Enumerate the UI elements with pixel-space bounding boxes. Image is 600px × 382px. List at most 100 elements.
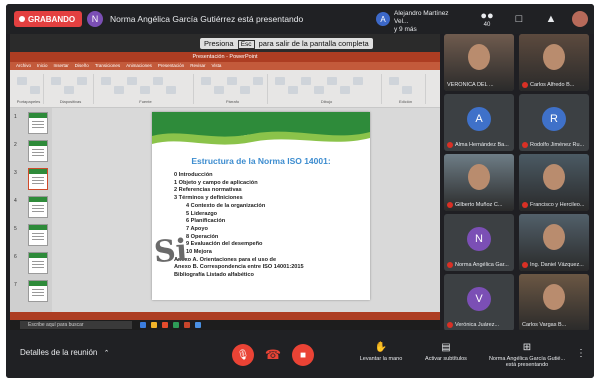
participant-name: Ing. Daniel Vázquez... (530, 262, 584, 268)
leave-call-button[interactable]: ☎ (262, 344, 284, 366)
participant-tile[interactable]: Ing. Daniel Vázquez... (519, 214, 589, 271)
slide-thumbnail-number: 1 (14, 114, 17, 120)
participant-grid: VERÓNICA DEL ... Carlos Alfredo B... A Alma… (444, 34, 590, 331)
participant-preview-avatar[interactable]: A (376, 12, 390, 26)
thumbnail-lines (32, 205, 44, 206)
slide-thumbnail[interactable] (28, 168, 48, 190)
meeting-details-button[interactable]: Detalles de la reunión ⌃ (20, 348, 110, 357)
thumbnail-lines (32, 233, 44, 234)
participant-tile[interactable]: Gilberto Muñoz C... (444, 154, 514, 211)
taskbar-app-icon[interactable] (195, 322, 201, 328)
ribbon-tab[interactable]: Presentación (158, 62, 184, 70)
people-icon: ●● (480, 10, 494, 22)
ribbon-button[interactable] (275, 77, 285, 85)
taskbar-app-icon[interactable] (184, 322, 190, 328)
people-button[interactable]: ●● 40 (476, 10, 498, 28)
taskbar-icons (140, 322, 201, 328)
ribbon-group-label: Diapositivas (59, 99, 82, 104)
participant-tile[interactable]: R Rodolfo Jiménez Ru... (519, 94, 589, 151)
ribbon-button[interactable] (402, 86, 412, 94)
ribbon-button[interactable] (314, 86, 324, 94)
slide-thumbnail[interactable] (28, 140, 48, 162)
participant-tile[interactable]: N Norma Angélica Gar... (444, 214, 514, 271)
participant-preview-name: Alejandro Martínez Vel... (394, 10, 449, 25)
thumbnail-header (29, 169, 47, 174)
meet-window: GRABANDO N Norma Angélica García Gutiérr… (6, 4, 594, 378)
ribbon-tab[interactable]: Revisar (190, 62, 205, 70)
ribbon-button[interactable] (227, 77, 237, 85)
ribbon-group: Fuente (98, 74, 194, 104)
ribbon-button[interactable] (201, 77, 211, 85)
taskbar-app-icon[interactable] (162, 322, 168, 328)
ribbon-tab[interactable]: Insertar (54, 62, 69, 70)
ribbon-tab[interactable]: Diseño (75, 62, 89, 70)
ribbon-button[interactable] (301, 77, 311, 85)
chat-button[interactable]: □ (508, 10, 530, 28)
participant-name-row: Francisco y Hercileo... (522, 202, 587, 208)
slide-thumbnail[interactable] (28, 252, 48, 274)
participant-preview-names[interactable]: Alejandro Martínez Vel... y 9 más (394, 10, 458, 34)
presenting-button[interactable]: ⊞ Norma Angélica García Gutié... está pr… (484, 342, 570, 368)
participant-tile[interactable]: Carlos Alfredo B... (519, 34, 589, 91)
ribbon-button[interactable] (340, 86, 350, 94)
participant-tile[interactable]: Carlos Vargas B... (519, 274, 589, 331)
ribbon-group-label: Portapapeles (16, 99, 41, 104)
slide-thumbnail-number: 6 (14, 254, 17, 260)
muted-mic-icon (522, 202, 528, 208)
participant-name: Verónica Juárez... (455, 322, 500, 328)
ribbon-button[interactable] (77, 77, 87, 85)
ribbon-button[interactable] (114, 86, 124, 94)
slide-thumbnail[interactable] (28, 224, 48, 246)
slide-thumbnail[interactable] (28, 196, 48, 218)
ribbon-button[interactable] (240, 86, 250, 94)
ribbon-tab[interactable]: Animaciones (126, 62, 152, 70)
banner-exit-text: para salir de la pantalla completa (258, 39, 369, 48)
ribbon-button[interactable] (51, 77, 61, 85)
participant-tile[interactable]: Francisco y Hercileo... (519, 154, 589, 211)
user-avatar[interactable] (572, 11, 588, 27)
thumbnail-header (29, 197, 47, 202)
ribbon-button[interactable] (64, 86, 74, 94)
ribbon-button[interactable] (288, 86, 298, 94)
ribbon-button[interactable] (127, 77, 137, 85)
banner-press: Presiona (204, 39, 234, 48)
slide-list-item: 9 Evaluación del desempeño (186, 241, 263, 248)
muted-mic-icon (447, 202, 453, 208)
ribbon-button[interactable] (30, 86, 40, 94)
ribbon-button[interactable] (153, 77, 163, 85)
taskbar-app-icon[interactable] (140, 322, 146, 328)
slide-thumbnail[interactable] (28, 112, 48, 134)
participant-face (543, 44, 565, 70)
taskbar-app-icon[interactable] (173, 322, 179, 328)
participant-tile[interactable]: VERÓNICA DEL ... (444, 34, 514, 91)
taskbar-app-icon[interactable] (151, 322, 157, 328)
thumbnail-lines (32, 289, 44, 290)
participant-tile[interactable]: V Verónica Juárez... (444, 274, 514, 331)
ribbon-button[interactable] (389, 77, 399, 85)
ribbon-button[interactable] (327, 77, 337, 85)
ppt-ribbon-tabs: Archivo Inicio Insertar Diseño Transiciones A… (10, 62, 440, 70)
taskbar-search[interactable]: Escribe aquí para buscar (20, 321, 132, 329)
slide-thumbnails: 1 2 3 4 5 6 7 (10, 108, 52, 312)
ribbon-tab[interactable]: Archivo (16, 62, 31, 70)
ribbon-button[interactable] (353, 77, 363, 85)
ribbon-button[interactable] (17, 77, 27, 85)
raise-hand-button[interactable]: ✋ Levantar la mano (356, 342, 406, 362)
ribbon-button[interactable] (166, 86, 176, 94)
camera-button[interactable]: ■ (292, 344, 314, 366)
ribbon-tab[interactable]: Transiciones (95, 62, 120, 70)
ribbon-button[interactable] (101, 77, 111, 85)
captions-button[interactable]: ▤ Activar subtítulos (420, 342, 472, 362)
ribbon-button[interactable] (253, 77, 263, 85)
muted-mic-icon (522, 82, 528, 88)
ribbon-tab[interactable]: Vista (211, 62, 221, 70)
activities-button[interactable]: ▲ (540, 10, 562, 28)
ribbon-button[interactable] (214, 86, 224, 94)
ribbon-button[interactable] (140, 86, 150, 94)
slide-thumbnail[interactable] (28, 280, 48, 302)
participant-tile[interactable]: A Alma Hernández Ba... (444, 94, 514, 151)
ribbon-tab[interactable]: Inicio (37, 62, 48, 70)
microphone-button[interactable]: 🎙 (232, 344, 254, 366)
more-options-icon[interactable]: ⋮ (576, 348, 586, 359)
thumbnail-lines (32, 261, 44, 262)
